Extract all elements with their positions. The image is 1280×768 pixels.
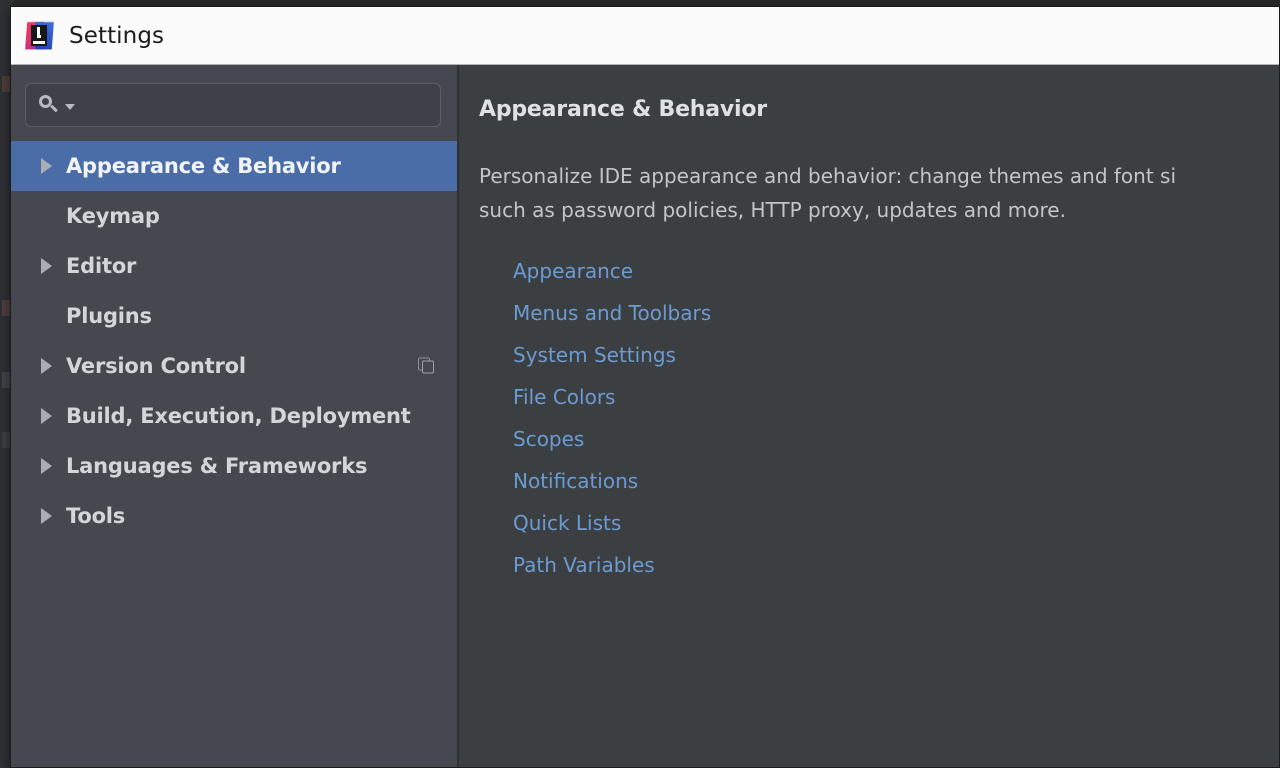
detail-link-file-colors[interactable]: File Colors (513, 387, 615, 407)
search-row (11, 65, 457, 127)
detail-link-quick-lists[interactable]: Quick Lists (513, 513, 621, 533)
sidebar-item-label: Appearance & Behavior (66, 154, 341, 178)
chevron-right-icon[interactable] (41, 508, 52, 524)
search-field[interactable] (25, 83, 441, 127)
sidebar-item-label: Plugins (66, 304, 152, 328)
search-icon (38, 94, 60, 116)
detail-link-scopes[interactable]: Scopes (513, 429, 584, 449)
window-title: Settings (69, 22, 165, 49)
chevron-right-icon[interactable] (41, 408, 52, 424)
sidebar-item-label: Editor (66, 254, 137, 278)
sidebar-item-label: Build, Execution, Deployment (66, 404, 411, 428)
dialog-title-bar: Settings (11, 7, 1279, 65)
description-line: such as password policies, HTTP proxy, u… (479, 197, 1066, 222)
search-input[interactable] (79, 95, 428, 115)
sidebar-item-label: Version Control (66, 354, 246, 378)
detail-pane: Appearance & Behavior Personalize IDE ap… (459, 65, 1279, 767)
detail-link-system-settings[interactable]: System Settings (513, 345, 676, 365)
settings-tree-pane: Appearance & Behavior Keymap Editor Plugins… (11, 65, 459, 767)
sidebar-item-build-execution-deployment[interactable]: Build, Execution, Deployment (11, 391, 457, 441)
dialog-body: Appearance & Behavior Keymap Editor Plugins… (11, 65, 1279, 767)
sidebar-item-plugins[interactable]: Plugins (11, 291, 457, 341)
sidebar-item-label: Tools (66, 504, 126, 528)
sidebar-item-tools[interactable]: Tools (11, 491, 457, 541)
sidebar-item-appearance-behavior[interactable]: Appearance & Behavior (11, 141, 457, 191)
sidebar-item-label: Keymap (66, 204, 160, 228)
sidebar-item-version-control[interactable]: Version Control (11, 341, 457, 391)
sidebar-item-label: Languages & Frameworks (66, 454, 368, 478)
settings-tree: Appearance & Behavior Keymap Editor Plugins… (11, 141, 457, 541)
chevron-right-icon[interactable] (41, 258, 52, 274)
description-line: Personalize IDE appearance and behavior:… (479, 164, 1177, 188)
page-description: Personalize IDE appearance and behavior:… (479, 160, 1279, 227)
detail-link-menus-and-toolbars[interactable]: Menus and Toolbars (513, 303, 711, 323)
page-title: Appearance & Behavior (479, 97, 767, 122)
settings-dialog: Settings Appearance & Behavior Keymap Edit… (10, 6, 1280, 768)
detail-link-appearance[interactable]: Appearance (513, 261, 633, 281)
chevron-down-icon[interactable] (65, 103, 75, 110)
sidebar-item-keymap[interactable]: Keymap (11, 191, 457, 241)
detail-link-notifications[interactable]: Notifications (513, 471, 638, 491)
sidebar-item-languages-frameworks[interactable]: Languages & Frameworks (11, 441, 457, 491)
copy-icon[interactable] (418, 357, 435, 375)
intellij-idea-logo-icon (25, 21, 55, 51)
sidebar-item-editor[interactable]: Editor (11, 241, 457, 291)
chevron-right-icon[interactable] (41, 358, 52, 374)
detail-links-list: Appearance Menus and Toolbars System Setti… (513, 261, 1279, 575)
detail-link-path-variables[interactable]: Path Variables (513, 555, 655, 575)
chevron-right-icon[interactable] (41, 458, 52, 474)
chevron-right-icon[interactable] (41, 158, 52, 174)
